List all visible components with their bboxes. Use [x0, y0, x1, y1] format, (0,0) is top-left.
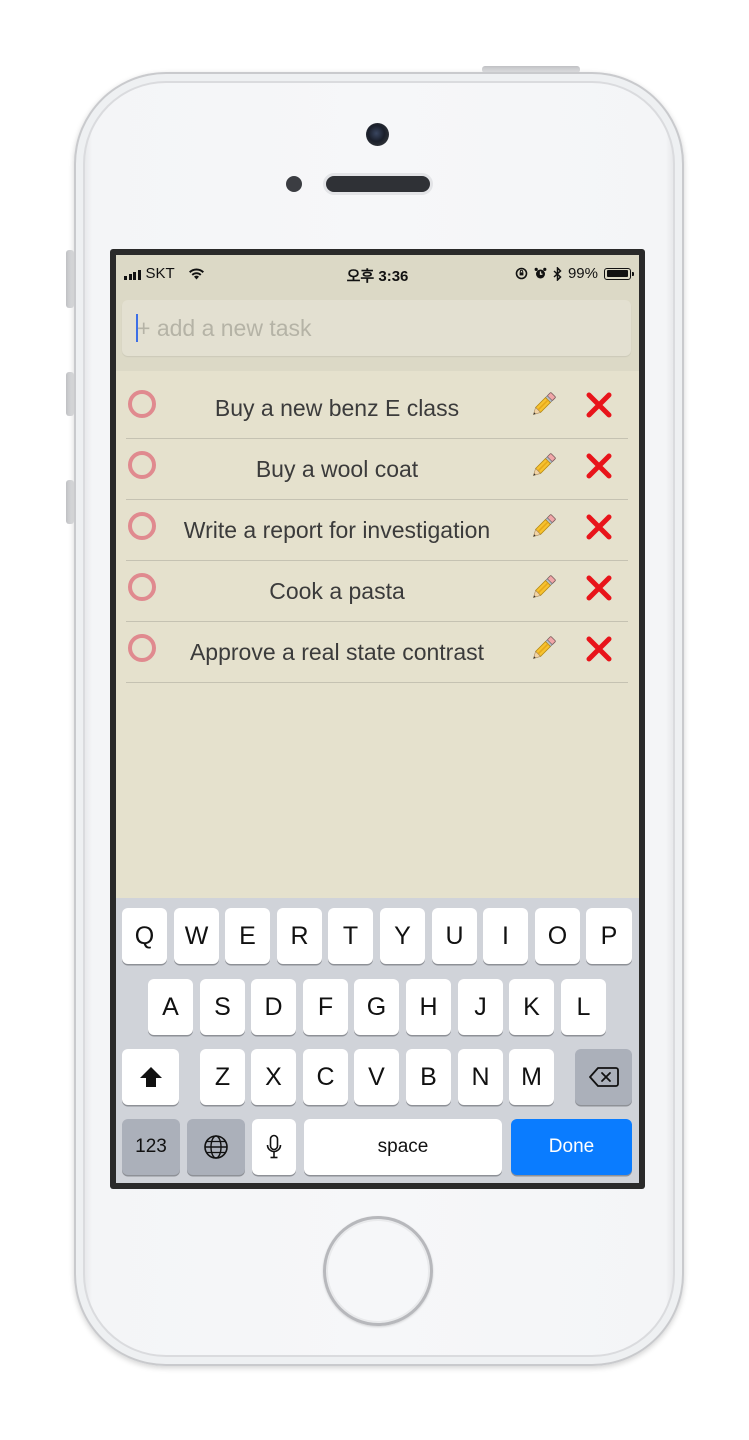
- task-title[interactable]: Approve a real state contrast: [166, 622, 508, 681]
- battery-percent: 99%: [567, 265, 598, 282]
- key[interactable]: Q: [122, 908, 167, 964]
- key[interactable]: C: [303, 1049, 348, 1105]
- pencil-icon: [527, 389, 559, 426]
- backspace-key[interactable]: [575, 1049, 632, 1105]
- edit-task-button[interactable]: [526, 634, 560, 668]
- key[interactable]: N: [458, 1049, 503, 1105]
- text-cursor: [136, 314, 138, 342]
- delete-task-button[interactable]: [582, 451, 616, 485]
- key[interactable]: H: [406, 979, 451, 1035]
- task-title[interactable]: Write a report for investigation: [166, 500, 508, 559]
- task-complete-toggle[interactable]: [128, 634, 156, 662]
- edit-task-button[interactable]: [526, 573, 560, 607]
- task-row: Approve a real state contrast: [126, 622, 628, 683]
- task-row: Cook a pasta: [126, 561, 628, 622]
- mute-switch[interactable]: [66, 250, 74, 308]
- delete-task-button[interactable]: [582, 390, 616, 424]
- screen-bezel: SKT 오후 3:36 99% + add a new task Buy a n…: [110, 249, 645, 1189]
- close-icon: [585, 574, 613, 607]
- edit-task-button[interactable]: [526, 451, 560, 485]
- task-title[interactable]: Buy a wool coat: [166, 439, 508, 498]
- front-camera: [366, 123, 389, 146]
- rotation-lock-icon: [515, 267, 528, 280]
- delete-task-button[interactable]: [582, 634, 616, 668]
- task-complete-toggle[interactable]: [128, 390, 156, 418]
- globe-key[interactable]: [187, 1119, 245, 1175]
- status-bar: SKT 오후 3:36 99%: [116, 255, 639, 293]
- dictation-key[interactable]: [252, 1119, 296, 1175]
- key[interactable]: G: [354, 979, 399, 1035]
- task-complete-toggle[interactable]: [128, 512, 156, 540]
- edit-task-button[interactable]: [526, 512, 560, 546]
- pencil-icon: [527, 450, 559, 487]
- task-list: Buy a new benz E class Buy a wool coat W…: [126, 378, 628, 683]
- pencil-icon: [527, 572, 559, 609]
- numbers-key[interactable]: 123: [122, 1119, 180, 1175]
- bluetooth-icon: [553, 266, 562, 281]
- key[interactable]: I: [483, 908, 528, 964]
- edit-task-button[interactable]: [526, 390, 560, 424]
- key[interactable]: F: [303, 979, 348, 1035]
- alarm-icon: [534, 267, 547, 280]
- task-row: Buy a wool coat: [126, 439, 628, 500]
- globe-icon: [203, 1134, 229, 1160]
- space-key[interactable]: space: [304, 1119, 502, 1175]
- new-task-input[interactable]: [122, 300, 631, 356]
- key[interactable]: X: [251, 1049, 296, 1105]
- key[interactable]: U: [432, 908, 477, 964]
- app-display: SKT 오후 3:36 99% + add a new task Buy a n…: [116, 255, 639, 1183]
- key[interactable]: M: [509, 1049, 554, 1105]
- delete-task-button[interactable]: [582, 512, 616, 546]
- microphone-icon: [266, 1134, 282, 1160]
- close-icon: [585, 452, 613, 485]
- key[interactable]: V: [354, 1049, 399, 1105]
- pencil-icon: [527, 633, 559, 670]
- battery-icon: [604, 267, 634, 280]
- key[interactable]: W: [174, 908, 219, 964]
- close-icon: [585, 635, 613, 668]
- key[interactable]: P: [586, 908, 632, 964]
- key[interactable]: L: [561, 979, 606, 1035]
- pencil-icon: [527, 511, 559, 548]
- done-key[interactable]: Done: [511, 1119, 632, 1175]
- volume-down-button[interactable]: [66, 480, 74, 524]
- key[interactable]: Z: [200, 1049, 245, 1105]
- key[interactable]: T: [328, 908, 373, 964]
- volume-up-button[interactable]: [66, 372, 74, 416]
- task-title[interactable]: Buy a new benz E class: [166, 378, 508, 437]
- key[interactable]: O: [535, 908, 580, 964]
- task-complete-toggle[interactable]: [128, 573, 156, 601]
- earpiece-speaker: [326, 176, 430, 192]
- key[interactable]: K: [509, 979, 554, 1035]
- task-row: Buy a new benz E class: [126, 378, 628, 439]
- backspace-icon: [588, 1066, 619, 1088]
- keyboard: Q W E R T Y U I O P A S D F G H J K L Z …: [116, 898, 639, 1183]
- close-icon: [585, 391, 613, 424]
- task-row: Write a report for investigation: [126, 500, 628, 561]
- proximity-sensor: [286, 176, 302, 192]
- delete-task-button[interactable]: [582, 573, 616, 607]
- status-right: 99%: [515, 265, 634, 282]
- key[interactable]: B: [406, 1049, 451, 1105]
- shift-icon: [139, 1066, 163, 1088]
- key[interactable]: E: [225, 908, 270, 964]
- key[interactable]: Y: [380, 908, 425, 964]
- key[interactable]: S: [200, 979, 245, 1035]
- task-title[interactable]: Cook a pasta: [166, 561, 508, 620]
- key[interactable]: R: [277, 908, 322, 964]
- new-task-bar: [116, 293, 639, 371]
- shift-key[interactable]: [122, 1049, 179, 1105]
- key[interactable]: J: [458, 979, 503, 1035]
- key[interactable]: A: [148, 979, 193, 1035]
- task-complete-toggle[interactable]: [128, 451, 156, 479]
- key[interactable]: D: [251, 979, 296, 1035]
- home-button[interactable]: [323, 1216, 433, 1326]
- close-icon: [585, 513, 613, 546]
